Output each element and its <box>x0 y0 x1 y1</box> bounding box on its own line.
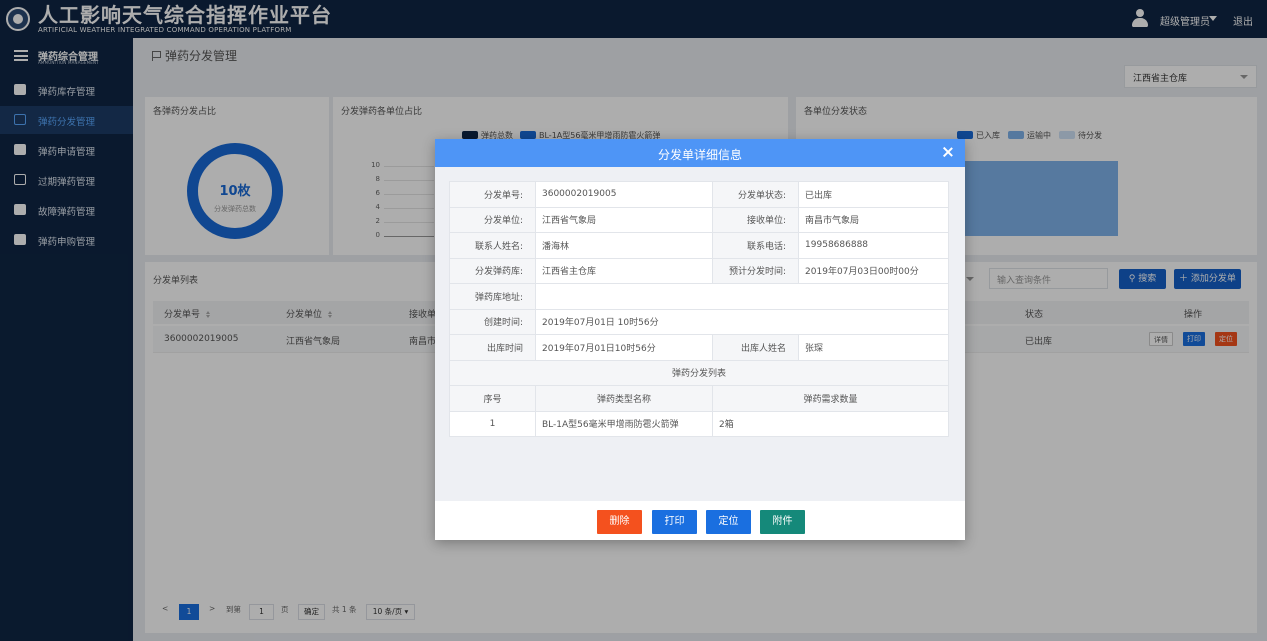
detail-table: 分发单号: 3600002019005 分发单状态: 已出库 分发单位: 江西省… <box>449 181 949 437</box>
value-order-status: 已出库 <box>798 181 949 208</box>
value-outbound-time: 2019年07月01日10时56分 <box>534 334 714 361</box>
value-planned-time: 2019年07月03日00时00分 <box>798 257 949 284</box>
label-warehouse-address: 弹药库地址: <box>449 283 536 310</box>
delete-button[interactable]: 删除 <box>597 510 642 534</box>
section-title: 弹药分发列表 <box>449 359 949 386</box>
label-warehouse: 分发弹药库: <box>449 257 536 284</box>
value-contact-phone: 19958686888 <box>798 232 949 259</box>
list-column-header: 弹药需求数量 <box>712 385 949 412</box>
print-button[interactable]: 打印 <box>652 510 697 534</box>
modal-header: 分发单详细信息 <box>435 139 965 167</box>
label-contact-name: 联系人姓名: <box>449 232 536 259</box>
detail-modal: 分发单详细信息 分发单号: 3600002019005 分发单状态: 已出库 分… <box>435 139 965 540</box>
list-row-name: BL-1A型56毫米甲增雨防雹火箭弹 <box>534 410 714 437</box>
value-contact-name: 潘海林 <box>534 232 714 259</box>
locate-button[interactable]: 定位 <box>706 510 751 534</box>
label-order-status: 分发单状态: <box>712 181 800 208</box>
list-column-header: 序号 <box>449 385 536 412</box>
value-outbound-person: 张琛 <box>798 334 949 361</box>
close-icon[interactable] <box>943 147 953 157</box>
modal-footer: 删除 打印 定位 附件 <box>435 501 965 540</box>
label-order-no: 分发单号: <box>449 181 536 208</box>
label-created-time: 创建时间: <box>449 308 536 335</box>
label-outbound-time: 出库时间 <box>449 334 536 361</box>
value-receiver: 南昌市气象局 <box>798 206 949 233</box>
modal-title: 分发单详细信息 <box>657 148 742 162</box>
list-column-header: 弹药类型名称 <box>534 385 714 412</box>
list-row-no: 1 <box>449 410 536 437</box>
label-unit: 分发单位: <box>449 206 536 233</box>
value-order-no: 3600002019005 <box>534 181 714 208</box>
value-warehouse: 江西省主仓库 <box>534 257 714 284</box>
value-unit: 江西省气象局 <box>534 206 714 233</box>
list-row-qty: 2箱 <box>712 410 949 437</box>
label-planned-time: 预计分发时间: <box>712 257 800 284</box>
label-contact-phone: 联系电话: <box>712 232 800 259</box>
value-warehouse-address <box>535 283 949 310</box>
label-outbound-person: 出库人姓名 <box>712 334 800 361</box>
attachment-button[interactable]: 附件 <box>760 510 805 534</box>
value-created-time: 2019年07月01日 10时56分 <box>535 308 949 335</box>
label-receiver: 接收单位: <box>712 206 800 233</box>
